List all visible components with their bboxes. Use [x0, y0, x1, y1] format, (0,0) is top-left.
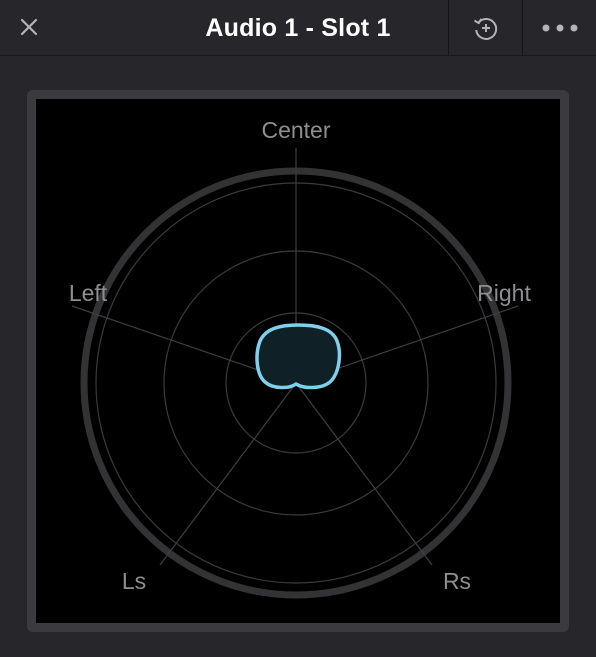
header-bar: Audio 1 - Slot 1 [0, 0, 596, 56]
reset-add-icon [473, 17, 497, 40]
surround-scope: Center Left Right Ls Rs [36, 99, 560, 623]
panel-title: Audio 1 - Slot 1 [205, 14, 391, 42]
close-button[interactable] [14, 12, 44, 42]
sound-field-trace [255, 323, 342, 390]
more-horizontal-icon [542, 24, 577, 31]
channel-label-rs: Rs [443, 568, 471, 594]
reset-button[interactable] [449, 0, 522, 55]
spoke-ls [159, 382, 297, 566]
channel-label-left: Left [69, 280, 108, 306]
close-icon [20, 18, 38, 36]
channel-label-center: Center [261, 117, 330, 143]
more-button[interactable] [523, 0, 596, 55]
spoke-rs [295, 382, 433, 566]
channel-label-ls: Ls [122, 568, 146, 594]
channel-label-right: Right [477, 280, 531, 306]
